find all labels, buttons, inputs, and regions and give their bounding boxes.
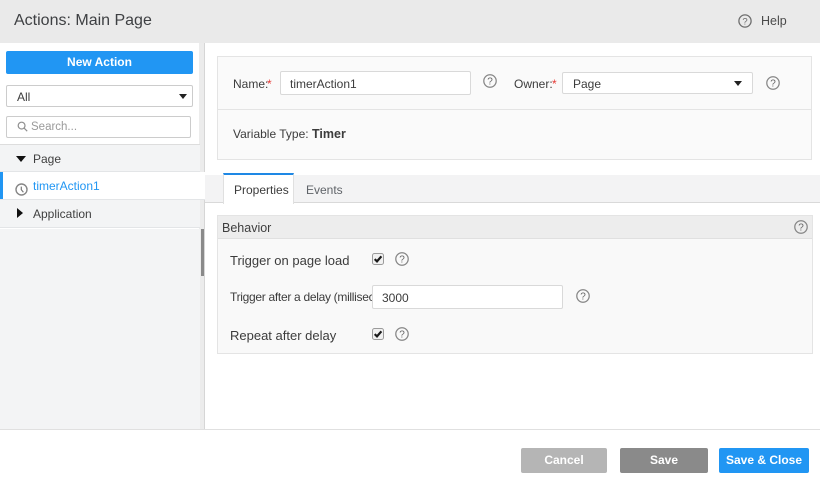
svg-text:?: ? [580,291,586,302]
svg-text:?: ? [798,222,804,233]
svg-text:?: ? [770,78,776,89]
svg-text:?: ? [742,16,747,27]
svg-text:?: ? [487,76,493,87]
svg-text:?: ? [399,254,405,265]
svg-text:?: ? [399,329,405,340]
